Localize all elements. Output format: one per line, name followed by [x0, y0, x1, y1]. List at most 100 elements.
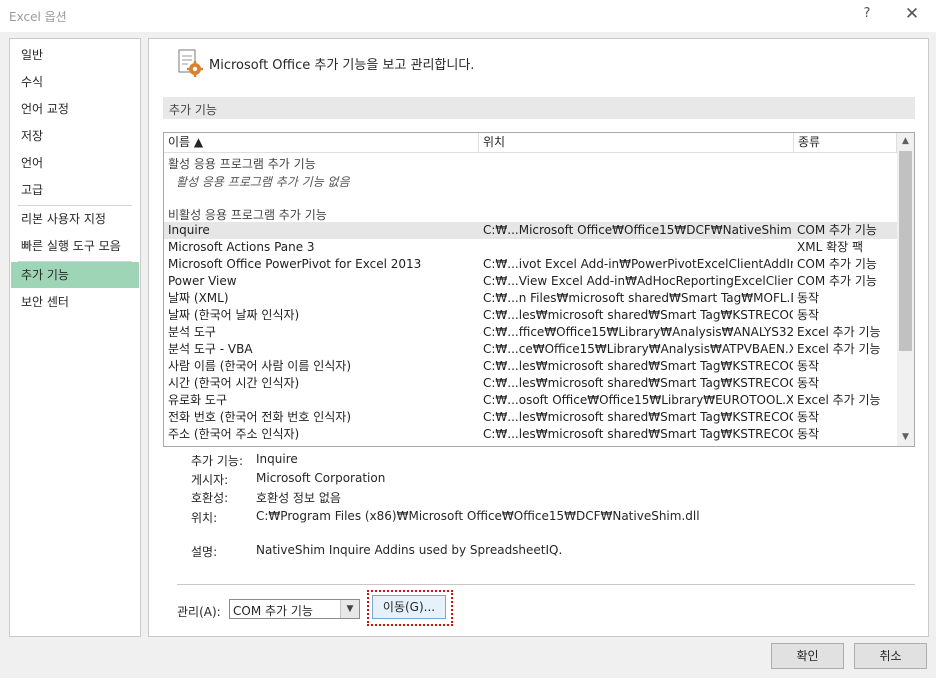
detail-desc-value: NativeShim Inquire Addins used by Spread…	[256, 543, 563, 557]
addin-type: 동작	[797, 308, 820, 322]
window-title: Excel 옵션	[9, 10, 67, 24]
detail-compat-value: 호환성 정보 없음	[256, 491, 341, 505]
manage-select-value: COM 추가 기능	[233, 604, 313, 618]
addin-type: COM 추가 기능	[797, 274, 877, 288]
list-item[interactable]: 날짜 (XML) C:₩...n Files₩microsoft shared₩…	[164, 290, 897, 307]
addin-name: 유로화 도구	[168, 393, 228, 407]
section-title: 추가 기능	[169, 103, 217, 117]
sidebar-item-formulas[interactable]: 수식	[11, 69, 139, 95]
detail-location-label: 위치:	[191, 511, 218, 525]
detail-desc-label: 설명:	[191, 545, 218, 559]
sidebar-item-addins[interactable]: 추가 기능	[11, 262, 139, 288]
addin-type: Excel 추가 기능	[797, 325, 881, 339]
addin-location: C:₩...ivot Excel Add-in₩PowerPivotExcelC…	[483, 257, 793, 271]
sidebar: 일반 수식 언어 교정 저장 언어 고급 리본 사용자 지정 빠른 실행 도구 …	[9, 38, 141, 637]
list-item[interactable]: 주소 (한국어 주소 인식자) C:₩...les₩microsoft shar…	[164, 426, 897, 443]
divider	[177, 584, 915, 585]
sidebar-item-quick-access-toolbar[interactable]: 빠른 실행 도구 모음	[11, 233, 139, 259]
addin-location: C:₩...View Excel Add-in₩AdHocReportingEx…	[483, 274, 793, 288]
list-item[interactable]: 사람 이름 (한국어 사람 이름 인식자) C:₩...les₩microsof…	[164, 358, 897, 375]
column-header-location[interactable]: 위치	[479, 133, 794, 152]
addin-name: 시간 (한국어 시간 인식자)	[168, 376, 300, 390]
page-title: Microsoft Office 추가 기능을 보고 관리합니다.	[209, 58, 475, 73]
addin-type: 동작	[797, 410, 820, 424]
addins-gear-icon	[178, 49, 203, 77]
section-header: 추가 기능	[163, 97, 915, 119]
addin-name: 날짜 (XML)	[168, 291, 229, 305]
sidebar-item-proofing[interactable]: 언어 교정	[11, 96, 139, 122]
addin-location: C:₩...les₩microsoft shared₩Smart Tag₩KST…	[483, 308, 793, 322]
sidebar-item-advanced[interactable]: 고급	[11, 177, 139, 203]
addin-name: Microsoft Office PowerPivot for Excel 20…	[168, 257, 422, 271]
addin-type: XML 확장 팩	[797, 240, 864, 254]
addin-name: 분석 도구 - VBA	[168, 342, 253, 356]
addins-list[interactable]: 이름 ▲ 위치 종류 활성 응용 프로그램 추가 기능 활성 응용 프로그램 추…	[163, 132, 915, 447]
group-label-inactive: 비활성 응용 프로그램 추가 기능	[168, 208, 327, 222]
addin-name: Power View	[168, 274, 237, 288]
addin-name: Inquire	[168, 223, 210, 237]
help-icon[interactable]: ?	[858, 6, 876, 24]
sidebar-item-trust-center[interactable]: 보안 센터	[11, 289, 139, 315]
addin-location: C:₩...ffice₩Office15₩Library₩Analysis₩AN…	[483, 325, 793, 339]
addin-location: C:₩...les₩microsoft shared₩Smart Tag₩KST…	[483, 359, 793, 373]
detail-publisher-label: 게시자:	[191, 473, 229, 487]
manage-select[interactable]: COM 추가 기능 ▼	[229, 599, 360, 619]
list-item[interactable]: 시간 (한국어 시간 인식자) C:₩...les₩microsoft shar…	[164, 375, 897, 392]
addin-name: 사람 이름 (한국어 사람 이름 인식자)	[168, 359, 351, 373]
addin-location: C:₩...n Files₩microsoft shared₩Smart Tag…	[483, 291, 793, 305]
detail-addin-value: Inquire	[256, 452, 298, 466]
addin-location: C:₩...les₩microsoft shared₩Smart Tag₩KST…	[483, 376, 793, 390]
addin-location: C:₩...les₩microsoft shared₩Smart Tag₩KST…	[483, 410, 793, 424]
scroll-down-icon[interactable]: ▼	[897, 429, 914, 446]
addin-type: 동작	[797, 291, 820, 305]
detail-location-value: C:₩Program Files (x86)₩Microsoft Office₩…	[256, 509, 700, 523]
cancel-button[interactable]: 취소	[854, 643, 927, 669]
addin-name: Microsoft Actions Pane 3	[168, 240, 315, 254]
list-item[interactable]: 분석 도구 C:₩...ffice₩Office15₩Library₩Analy…	[164, 324, 897, 341]
addin-type: 동작	[797, 359, 820, 373]
title-bar: Excel 옵션 ? ✕	[0, 0, 936, 32]
addin-type: COM 추가 기능	[797, 257, 877, 271]
list-item[interactable]: Power View C:₩...View Excel Add-in₩AdHoc…	[164, 273, 897, 290]
sidebar-item-customize-ribbon[interactable]: 리본 사용자 지정	[11, 206, 139, 232]
sidebar-item-save[interactable]: 저장	[11, 123, 139, 149]
group-label-active: 활성 응용 프로그램 추가 기능	[168, 157, 316, 171]
ok-button[interactable]: 확인	[771, 643, 844, 669]
addin-location: C:₩...ce₩Office15₩Library₩Analysis₩ATPVB…	[483, 342, 793, 356]
close-icon[interactable]: ✕	[900, 4, 924, 26]
header-divider	[164, 152, 897, 153]
detail-publisher-value: Microsoft Corporation	[256, 471, 386, 485]
detail-addin-label: 추가 기능:	[191, 454, 244, 468]
chevron-down-icon[interactable]: ▼	[340, 600, 359, 618]
column-header-type[interactable]: 종류	[794, 133, 897, 152]
list-item[interactable]: Microsoft Office PowerPivot for Excel 20…	[164, 256, 897, 273]
addin-type: Excel 추가 기능	[797, 393, 881, 407]
sidebar-item-language[interactable]: 언어	[11, 150, 139, 176]
list-item[interactable]: Microsoft Actions Pane 3 XML 확장 팩	[164, 239, 897, 256]
addin-location: C:₩...osoft Office₩Office15₩Library₩EURO…	[483, 393, 793, 407]
addin-name: 날짜 (한국어 날짜 인식자)	[168, 308, 300, 322]
scroll-up-icon[interactable]: ▲	[897, 133, 914, 150]
addin-type: 동작	[797, 427, 820, 441]
list-item[interactable]: 전화 번호 (한국어 전화 번호 인식자) C:₩...les₩microsof…	[164, 409, 897, 426]
addin-type: COM 추가 기능	[797, 223, 877, 237]
detail-compat-label: 호환성:	[191, 491, 229, 505]
list-item[interactable]: 유로화 도구 C:₩...osoft Office₩Office15₩Libra…	[164, 392, 897, 409]
sidebar-item-general[interactable]: 일반	[11, 42, 139, 68]
addin-name: 주소 (한국어 주소 인식자)	[168, 427, 300, 441]
column-header-name[interactable]: 이름 ▲	[164, 133, 479, 152]
list-scrollbar[interactable]: ▲ ▼	[897, 133, 914, 446]
addin-location: C:₩...les₩microsoft shared₩Smart Tag₩KST…	[483, 427, 793, 441]
addin-type: Excel 추가 기능	[797, 342, 881, 356]
addins-panel: Microsoft Office 추가 기능을 보고 관리합니다. 추가 기능 …	[148, 38, 929, 637]
manage-label: 관리(A):	[177, 605, 221, 619]
addin-name: 분석 도구	[168, 325, 216, 339]
go-button[interactable]: 이동(G)...	[372, 595, 446, 619]
list-item[interactable]: Inquire C:₩...Microsoft Office₩Office15₩…	[164, 222, 897, 239]
addin-name: 전화 번호 (한국어 전화 번호 인식자)	[168, 410, 351, 424]
addin-location: C:₩...Microsoft Office₩Office15₩DCF₩Nati…	[483, 223, 793, 237]
list-item[interactable]: 분석 도구 - VBA C:₩...ce₩Office15₩Library₩An…	[164, 341, 897, 358]
list-item[interactable]: 날짜 (한국어 날짜 인식자) C:₩...les₩microsoft shar…	[164, 307, 897, 324]
addin-type: 동작	[797, 376, 820, 390]
scrollbar-thumb[interactable]	[899, 151, 912, 351]
